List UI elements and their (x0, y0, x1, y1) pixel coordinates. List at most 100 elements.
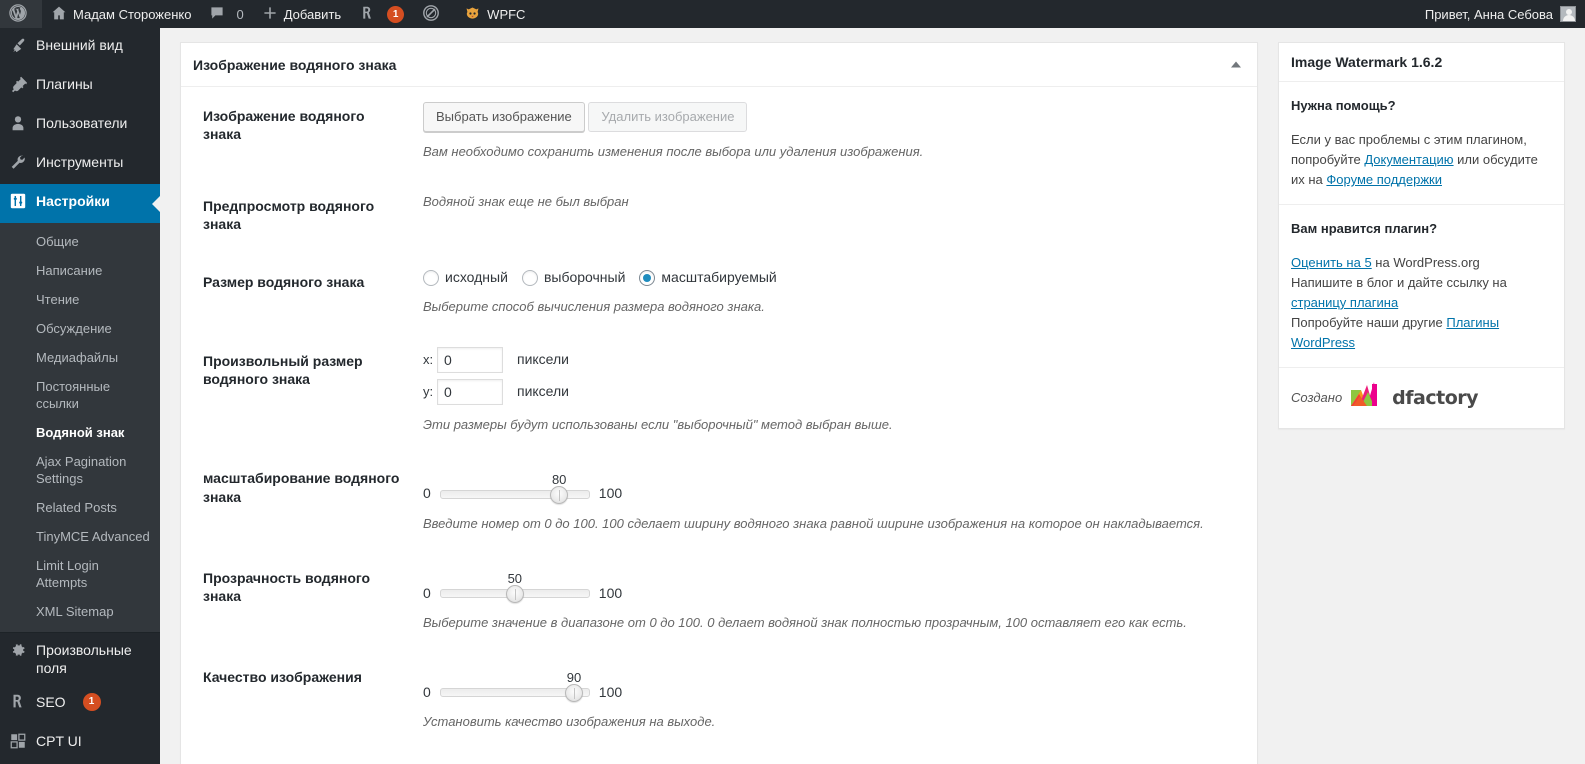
row-description: Выберите способ вычисления размера водян… (423, 297, 1235, 317)
appearance-brush-icon (0, 36, 36, 59)
row-scale: масштабирование водяного знака 0 80 (193, 449, 1245, 548)
sidebar-item-seo[interactable]: SEO 1 (0, 685, 160, 724)
select-image-button[interactable]: Выбрать изображение (423, 102, 585, 132)
size-radio-group: исходный выборочный масшта (423, 268, 1235, 288)
preview-empty-text: Водяной знак еще не был выбран (423, 192, 1235, 212)
user-avatar-icon (1560, 6, 1576, 22)
sidebar-item-cpt-ui[interactable]: CPT UI (0, 724, 160, 763)
main-column: Изображение водяного знака Изображение в… (180, 42, 1258, 764)
quality-slider-handle[interactable] (565, 684, 583, 702)
submenu-item-related-posts[interactable]: Related Posts (0, 493, 160, 522)
x-unit-label: пиксели (517, 350, 569, 370)
adminbar-comments-count: 0 (236, 7, 243, 22)
tools-wrench-icon (0, 153, 36, 176)
size-option-original[interactable]: исходный (423, 268, 508, 288)
adminbar-noads[interactable] (413, 0, 455, 28)
row-custom-size: Произвольный размер водяного знака x: пи… (193, 332, 1245, 450)
radio-label: масштабируемый (661, 268, 776, 288)
size-option-scaled[interactable]: масштабируемый (639, 268, 776, 288)
sidebar-item-custom-fields[interactable]: Произвольные поля (0, 633, 160, 685)
adminbar-wp-logo[interactable] (0, 0, 42, 28)
sidebar-item-settings[interactable]: Настройки (0, 184, 160, 223)
submenu-item-reading[interactable]: Чтение (0, 285, 160, 314)
row-description: Выберите значение в диапазоне от 0 до 10… (423, 613, 1235, 633)
radio-label: выборочный (544, 268, 625, 288)
custom-size-y-input[interactable] (437, 379, 503, 405)
help-heading: Нужна помощь? (1291, 96, 1552, 116)
quality-slider-row: 0 90 100 (423, 683, 1235, 703)
yoast-seo-icon (0, 693, 36, 716)
quality-slider-max: 100 (599, 683, 622, 703)
sidebar-item-plugins[interactable]: Плагины (0, 67, 160, 106)
scale-slider-handle[interactable] (550, 486, 568, 504)
scale-slider-track[interactable]: 80 (440, 490, 590, 499)
documentation-link[interactable]: Документацию (1364, 152, 1453, 167)
y-axis-label: y: (423, 383, 437, 401)
opacity-slider-track[interactable]: 50 (440, 589, 590, 598)
adminbar-account-area: Привет, Анна Себова (1416, 0, 1585, 28)
row-quality: Качество изображения 0 90 (193, 648, 1245, 747)
adminbar-greeting: Привет, Анна Себова (1425, 7, 1553, 22)
panel-header[interactable]: Изображение водяного знака (181, 43, 1257, 87)
panel-title: Изображение водяного знака (193, 57, 396, 73)
row-description: Введите номер от 0 до 100. 100 сделает ш… (423, 514, 1235, 534)
row-description: Эти размеры будут использованы если "выб… (423, 415, 1235, 435)
support-forum-link[interactable]: Форуме поддержки (1326, 172, 1442, 187)
adminbar-yoast[interactable]: 1 (350, 0, 413, 28)
size-option-custom[interactable]: выборочный (522, 268, 625, 288)
row-field: базовое прогрессивное Выберите базовый и… (413, 747, 1245, 764)
plus-icon (262, 5, 278, 23)
custom-size-x-input[interactable] (437, 347, 503, 373)
plugin-info-box: Image Watermark 1.6.2 Нужна помощь? Если… (1278, 42, 1565, 429)
row-label: Формат изображения (193, 747, 413, 764)
submenu-item-permalinks[interactable]: Постоянные ссылки (0, 372, 160, 418)
like-plugin-section: Вам нравится плагин? Оценить на 5 на Wor… (1279, 205, 1564, 368)
remove-image-button: Удалить изображение (588, 102, 747, 132)
plugins-plug-icon (0, 75, 36, 98)
credit-section: Создано (1279, 368, 1564, 428)
page-wrap: Изображение водяного знака Изображение в… (160, 28, 1585, 764)
chevron-up-icon[interactable] (1227, 56, 1245, 74)
submenu-item-tinymce-advanced[interactable]: TinyMCE Advanced (0, 522, 160, 551)
row-label: Изображение водяного знака (193, 87, 413, 177)
scale-slider-row: 0 80 100 (423, 484, 1235, 504)
row-label: Прозрачность водяного знака (193, 549, 413, 648)
opacity-slider-handle[interactable] (506, 585, 524, 603)
plugin-page-link[interactable]: страницу плагина (1291, 295, 1398, 310)
submenu-item-ajax-pagination[interactable]: Ajax Pagination Settings (0, 447, 160, 493)
submenu-item-discussion[interactable]: Обсуждение (0, 314, 160, 343)
credit-row: Создано (1291, 382, 1552, 414)
try-other-text: Попробуйте наши другие (1291, 315, 1446, 330)
cpt-ui-grid-icon (0, 732, 36, 755)
submenu-item-watermark[interactable]: Водяной знак (0, 418, 160, 447)
row-description: Вам необходимо сохранить изменения после… (423, 142, 1235, 162)
settings-sliders-icon (0, 192, 36, 215)
adminbar-comments[interactable]: 0 (200, 0, 252, 28)
quality-slider-track[interactable]: 90 (440, 688, 590, 697)
row-field: 0 80 100 Введите номер от (413, 449, 1245, 548)
sidebar-item-label: Произвольные поля (36, 641, 160, 677)
sidebar-seo-badge: 1 (83, 693, 101, 711)
submenu-item-media[interactable]: Медиафайлы (0, 343, 160, 372)
sidebar-item-tools[interactable]: Инструменты (0, 145, 160, 184)
rate-tail-text: на WordPress.org (1372, 255, 1480, 270)
sidebar-item-label: Внешний вид (36, 36, 133, 54)
row-field: 0 50 100 Выберите значени (413, 549, 1245, 648)
sidebar-item-users[interactable]: Пользователи (0, 106, 160, 145)
adminbar-site-name[interactable]: Мадам Стороженко (42, 0, 200, 28)
blog-line-text: Напишите в блог и дайте ссылку на (1291, 275, 1507, 290)
sidebar-item-appearance[interactable]: Внешний вид (0, 28, 160, 67)
row-label: Произвольный размер водяного знака (193, 332, 413, 450)
adminbar-my-account[interactable]: Привет, Анна Себова (1416, 0, 1585, 28)
quality-slider-block: 0 90 100 (423, 663, 1235, 703)
rate-plugin-link[interactable]: Оценить на 5 (1291, 255, 1372, 270)
row-label: Размер водяного знака (193, 253, 413, 332)
submenu-item-xml-sitemap[interactable]: XML Sitemap (0, 597, 160, 626)
submenu-item-general[interactable]: Общие (0, 227, 160, 256)
row-field: Водяной знак еще не был выбран (413, 177, 1245, 253)
adminbar-new-content[interactable]: Добавить (253, 0, 350, 28)
adminbar-wpfc[interactable]: WPFC (455, 0, 534, 28)
submenu-item-limit-login-attempts[interactable]: Limit Login Attempts (0, 551, 160, 597)
tiger-mascot-icon (464, 5, 481, 24)
submenu-item-writing[interactable]: Написание (0, 256, 160, 285)
